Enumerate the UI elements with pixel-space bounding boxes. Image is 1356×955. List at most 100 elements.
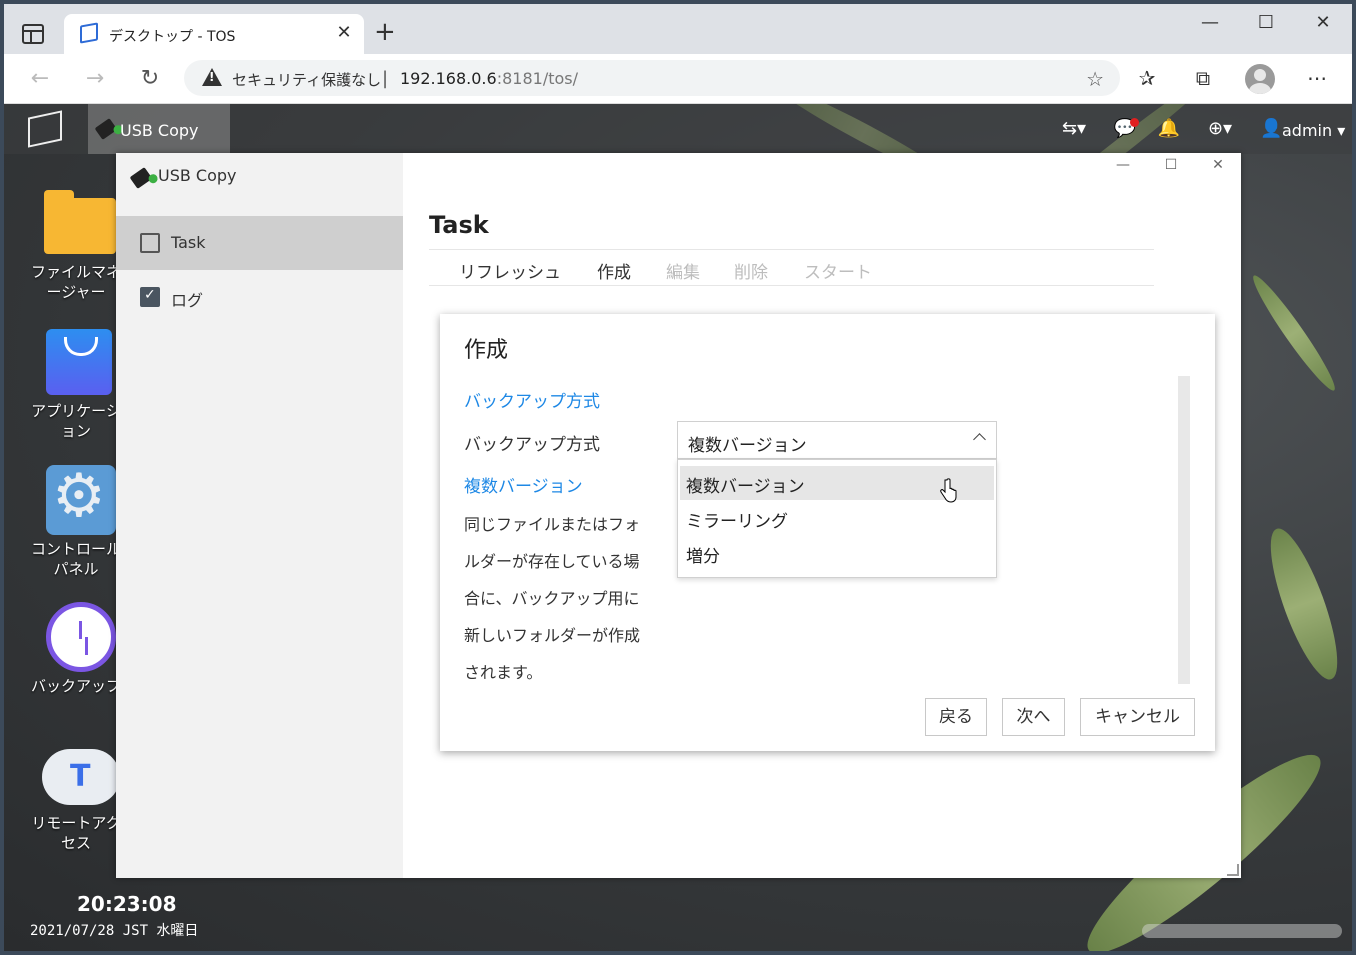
- desktop-icon-control-panel[interactable]: コントロールパネル: [26, 461, 126, 580]
- taskbar-app-label: USB Copy: [120, 121, 199, 140]
- address-bar-row: ← → ↻ セキュリティ保護なし | 192.168.0.6:8181/tos/…: [4, 54, 1352, 104]
- chevron-up-icon: [973, 433, 986, 446]
- herb-leaf-decoration: [1257, 521, 1351, 687]
- more-menu-icon[interactable]: ⋯: [1302, 66, 1332, 90]
- shopping-bag-icon: [46, 329, 112, 395]
- sidebar-item-label: Task: [171, 233, 206, 252]
- next-button[interactable]: 次へ: [1002, 698, 1065, 736]
- description-line: 新しいフォルダーが作成: [464, 626, 641, 645]
- back-arrow-icon[interactable]: ←: [25, 66, 55, 91]
- usb-copy-icon: [94, 118, 118, 140]
- desktop-icon-label: アプリケーション: [31, 402, 121, 440]
- mode-description: 同じファイルまたはフォ ルダーが存在している場 合に、バックアップ用に 新しいフ…: [464, 506, 664, 691]
- close-button[interactable]: ✕: [1303, 12, 1343, 33]
- usb-copy-icon: [129, 167, 153, 189]
- refresh-button[interactable]: リフレッシュ: [459, 258, 561, 283]
- calendar-check-icon: [140, 287, 160, 307]
- cancel-button[interactable]: キャンセル: [1080, 698, 1195, 736]
- sidebar-item-label: ログ: [171, 291, 204, 310]
- profile-avatar[interactable]: [1245, 64, 1275, 94]
- user-icon[interactable]: 👤: [1260, 118, 1282, 139]
- user-menu[interactable]: admin ▾: [1282, 121, 1345, 140]
- edit-button[interactable]: 編集: [666, 258, 700, 283]
- tab-title: デスクトップ - TOS: [109, 29, 236, 45]
- app-sidebar: USB Copy Task ログ: [116, 153, 403, 878]
- collections-icon[interactable]: ⧉: [1188, 66, 1218, 90]
- backup-method-label: バックアップ方式: [464, 435, 600, 455]
- start-button[interactable]: スタート: [804, 258, 872, 283]
- dialog-title: 作成: [464, 338, 509, 363]
- desktop-icon-file-manager[interactable]: ファイルマネージャー: [26, 190, 126, 304]
- select-value: 複数バージョン: [688, 436, 807, 456]
- refresh-icon[interactable]: ↻: [135, 66, 165, 91]
- backup-clock-icon: [46, 602, 116, 672]
- url-field[interactable]: セキュリティ保護なし | 192.168.0.6:8181/tos/ ☆: [184, 60, 1120, 96]
- backup-method-select[interactable]: 複数バージョン: [677, 421, 997, 459]
- option-incremental[interactable]: 増分: [680, 536, 994, 570]
- browser-window: デスクトップ - TOS ✕ + — ☐ ✕ ← → ↻ セキュリティ保護なし …: [4, 4, 1352, 951]
- desktop-icon-remote-access[interactable]: リモートアクセス: [26, 749, 126, 859]
- section-mode-title: 複数バージョン: [464, 477, 583, 497]
- backup-method-dropdown: 複数バージョン ミラーリング 増分: [677, 459, 997, 578]
- tos-start-icon[interactable]: [28, 110, 62, 148]
- tos-taskbar: USB Copy ⇆▾ 💬 🔔 ⊕▾ 👤 admin ▾: [4, 104, 1352, 154]
- page-title: Task: [429, 211, 489, 239]
- language-icon[interactable]: ⊕▾: [1198, 118, 1242, 139]
- description-line: 合に、バックアップ用に: [464, 589, 640, 608]
- url-text: 192.168.0.6:8181/tos/: [400, 69, 578, 88]
- app-minimize-button[interactable]: —: [1111, 157, 1135, 173]
- delete-button[interactable]: 削除: [734, 258, 768, 283]
- forward-arrow-icon[interactable]: →: [80, 66, 110, 91]
- tab-bar: デスクトップ - TOS ✕ + — ☐ ✕: [4, 4, 1352, 54]
- desktop-icon-backup[interactable]: バックアップ: [26, 602, 126, 702]
- herb-leaf-decoration: [1246, 270, 1342, 396]
- desktop-icon-label: バックアップ: [30, 677, 121, 695]
- description-line: ルダーが存在している場: [464, 552, 640, 571]
- hand-cursor-icon: [940, 478, 957, 503]
- desktop-icon-app-center[interactable]: アプリケーション: [26, 329, 126, 444]
- back-button[interactable]: 戻る: [925, 698, 987, 736]
- option-mirroring[interactable]: ミラーリング: [680, 501, 994, 535]
- section-backup-method: バックアップ方式: [464, 392, 600, 412]
- tab-actions-icon[interactable]: [22, 24, 44, 44]
- new-tab-button[interactable]: +: [374, 19, 396, 45]
- task-list-icon: [140, 233, 160, 253]
- dialog-scrollbar[interactable]: [1178, 376, 1190, 684]
- create-task-dialog: 作成 バックアップ方式 バックアップ方式 複数バージョン 複数バージョン 同じフ…: [440, 314, 1215, 751]
- create-button[interactable]: 作成: [597, 258, 631, 283]
- cloud-icon: [42, 749, 120, 805]
- taskbar-usb-copy[interactable]: USB Copy: [88, 104, 230, 154]
- warning-icon: [202, 68, 222, 86]
- desktop-icon-label: ファイルマネージャー: [30, 263, 121, 301]
- gear-icon: [46, 461, 116, 535]
- folder-icon: [44, 190, 116, 254]
- url-separator: |: [382, 68, 389, 89]
- add-favorite-icon[interactable]: ☆: [1086, 67, 1104, 91]
- description-line: 同じファイルまたはフォ: [464, 515, 641, 534]
- minimize-button[interactable]: —: [1190, 12, 1230, 33]
- desktop-clock-time: 20:23:08: [77, 892, 177, 916]
- app-title: USB Copy: [158, 166, 237, 185]
- favorites-icon[interactable]: ✰: [1132, 66, 1162, 90]
- app-maximize-button[interactable]: ☐: [1159, 157, 1183, 173]
- sidebar-item-task[interactable]: Task: [116, 216, 403, 270]
- window-resize-handle[interactable]: [1227, 864, 1239, 876]
- browser-tab[interactable]: デスクトップ - TOS ✕: [64, 14, 364, 54]
- tos-favicon-icon: [80, 22, 98, 44]
- desktop-clock-date: 2021/07/28 JST 水曜日: [30, 923, 199, 939]
- description-line: されます。: [464, 663, 543, 682]
- app-close-button[interactable]: ✕: [1206, 157, 1230, 173]
- security-label[interactable]: セキュリティ保護なし: [232, 69, 381, 90]
- maximize-button[interactable]: ☐: [1246, 12, 1286, 33]
- desktop-icon-label: リモートアクセス: [31, 814, 121, 852]
- usb-copy-window: USB Copy Task ログ — ☐ ✕ Task リフレッシュ 作成 編集…: [116, 153, 1241, 878]
- notification-dot: [1130, 118, 1139, 127]
- desktop-scrollbar[interactable]: [1142, 924, 1342, 938]
- bell-icon[interactable]: 🔔: [1156, 118, 1182, 139]
- desktop-icon-label: コントロールパネル: [30, 540, 121, 578]
- task-toolbar: リフレッシュ 作成 編集 削除 スタート: [429, 249, 1154, 286]
- tab-close-icon[interactable]: ✕: [332, 22, 356, 43]
- tos-desktop: USB Copy ⇆▾ 💬 🔔 ⊕▾ 👤 admin ▾ ファイルマネージャー …: [4, 104, 1352, 951]
- usb-tray-icon[interactable]: ⇆▾: [1054, 118, 1094, 139]
- sidebar-item-log[interactable]: ログ: [116, 270, 403, 324]
